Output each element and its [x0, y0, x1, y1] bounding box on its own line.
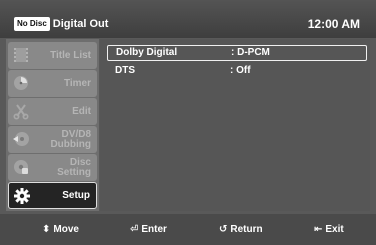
menu-item-label: Disc Setting	[57, 156, 91, 178]
menu-item-label: Timer	[63, 77, 91, 89]
header-title-group: No Disc Digital Out	[14, 14, 108, 34]
clock-icon	[14, 76, 28, 90]
setting-dts[interactable]: DTS : Off	[107, 64, 365, 78]
menu-item-edit[interactable]: Edit	[8, 98, 97, 125]
no-disc-badge: No Disc	[14, 17, 50, 31]
setting-name: Dolby Digital	[116, 47, 178, 58]
enter-icon: ⏎	[130, 224, 139, 235]
setting-value: : Off	[230, 65, 251, 76]
gear-icon	[14, 188, 30, 204]
setting-name: DTS	[115, 65, 135, 76]
menu-item-label: Setup	[62, 189, 90, 201]
enter-hint: ⏎ Enter	[130, 214, 167, 245]
return-hint: ↺ Return	[219, 214, 263, 245]
menu-item-title-list[interactable]: Title List	[8, 42, 97, 69]
disc-icon	[14, 160, 28, 174]
settings-panel: Dolby Digital : D-PCM DTS : Off	[100, 39, 370, 211]
return-icon: ↺	[219, 224, 228, 235]
scissors-icon	[13, 104, 29, 120]
menu-item-timer[interactable]: Timer	[8, 70, 97, 97]
menu-item-label: Title List	[50, 49, 91, 61]
menu-item-label: Edit	[72, 105, 91, 117]
clock: 12:00 AM	[307, 17, 360, 31]
setting-dolby-digital[interactable]: Dolby Digital : D-PCM	[107, 45, 367, 61]
digital-out-screen: No Disc Digital Out 12:00 AM Title List …	[0, 0, 376, 245]
menu-item-setup[interactable]: Setup	[8, 182, 97, 209]
move-label: Move	[53, 224, 79, 235]
page-title: Digital Out	[52, 18, 109, 30]
menu-item-label: DV/D8 Dubbing	[50, 128, 91, 150]
film-icon	[14, 48, 28, 62]
exit-hint: ⇤ Exit	[314, 214, 344, 245]
exit-label: Exit	[325, 224, 344, 235]
menu-item-disc-setting[interactable]: Disc Setting	[8, 154, 97, 181]
side-menu: Title List Timer Edit DV/D8 Dubbing Disc…	[6, 39, 99, 211]
enter-label: Enter	[141, 224, 167, 235]
dubbing-icon	[13, 132, 29, 146]
setting-value: : D-PCM	[231, 47, 270, 58]
footer-bar: ⬍ Move ⏎ Enter ↺ Return ⇤ Exit	[0, 214, 376, 245]
return-label: Return	[230, 224, 263, 235]
menu-item-dv-dubbing[interactable]: DV/D8 Dubbing	[8, 126, 97, 153]
header-bar: No Disc Digital Out 12:00 AM	[0, 0, 376, 38]
exit-icon: ⇤	[314, 224, 323, 235]
move-hint: ⬍ Move	[42, 214, 79, 245]
move-icon: ⬍	[42, 224, 51, 235]
